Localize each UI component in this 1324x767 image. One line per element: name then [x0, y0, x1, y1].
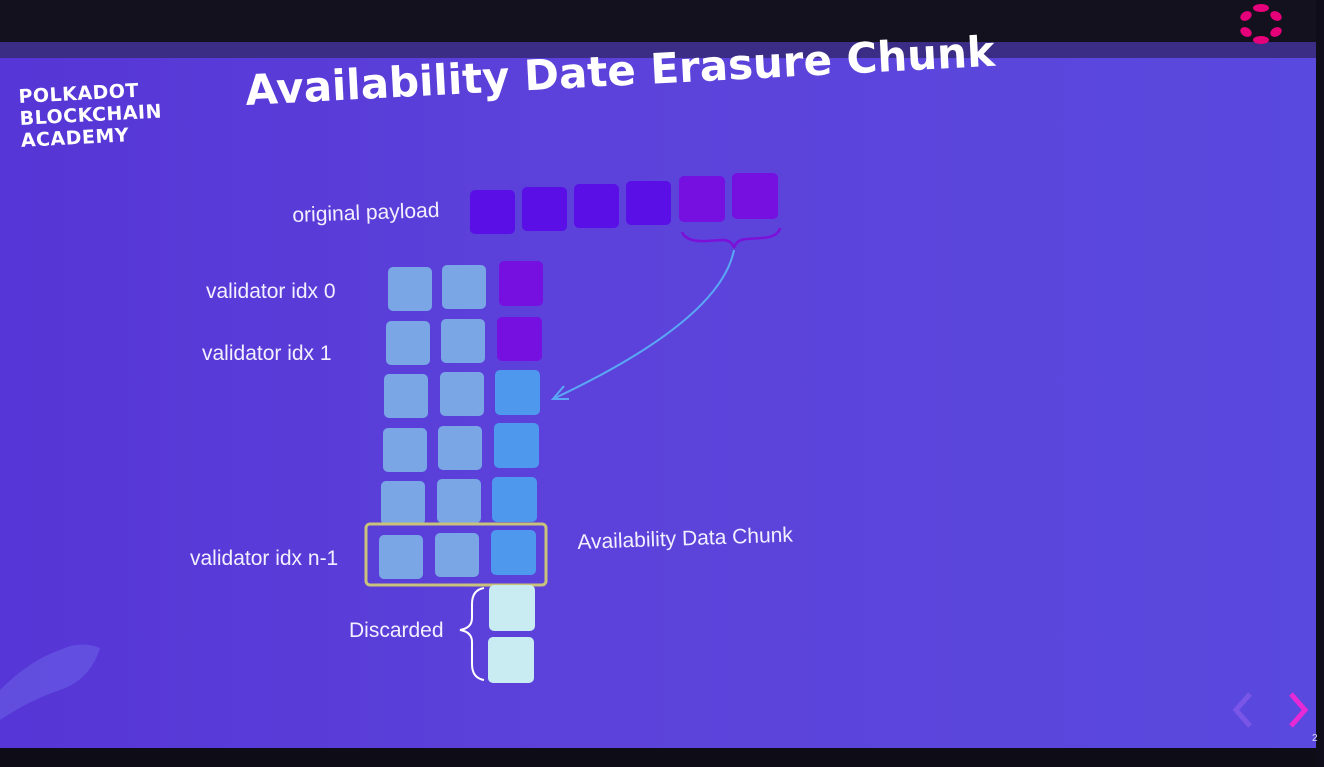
payload-chunk — [626, 181, 671, 225]
data-chunk — [435, 533, 479, 577]
discarded-brace — [459, 587, 485, 681]
data-chunk — [381, 481, 425, 525]
chevron-right-icon[interactable] — [1285, 688, 1315, 732]
chevron-left-icon[interactable] — [1228, 688, 1258, 732]
payload-chunk — [732, 173, 778, 219]
payload-chunk — [522, 187, 567, 231]
arrow-icon — [554, 249, 735, 399]
parity-chunk — [494, 423, 539, 468]
data-chunk — [383, 428, 427, 472]
data-chunk — [440, 372, 484, 416]
background-smudge — [0, 644, 100, 720]
data-chunk — [441, 319, 485, 363]
parity-chunk — [491, 530, 536, 575]
discarded-chunk — [488, 637, 534, 683]
payload-chunk — [574, 184, 619, 228]
payload-piece-chunk — [499, 261, 543, 306]
erasure-diagram — [0, 173, 782, 720]
data-chunk — [438, 426, 482, 470]
payload-piece-chunk — [497, 317, 542, 361]
data-chunk — [442, 265, 486, 309]
payload-chunk — [470, 190, 515, 234]
data-chunk — [388, 267, 432, 311]
parity-chunk — [495, 370, 540, 415]
slide-photo: POLKADOT BLOCKCHAIN ACADEMY Availability… — [0, 0, 1324, 767]
page-number: 2 — [1312, 733, 1318, 744]
data-chunk — [437, 479, 481, 523]
payload-brace — [680, 227, 782, 249]
discarded-chunk — [489, 585, 535, 631]
data-chunk — [384, 374, 428, 418]
data-chunk — [379, 535, 423, 579]
parity-chunk — [492, 477, 537, 522]
payload-chunk — [679, 176, 725, 222]
data-chunk — [386, 321, 430, 365]
